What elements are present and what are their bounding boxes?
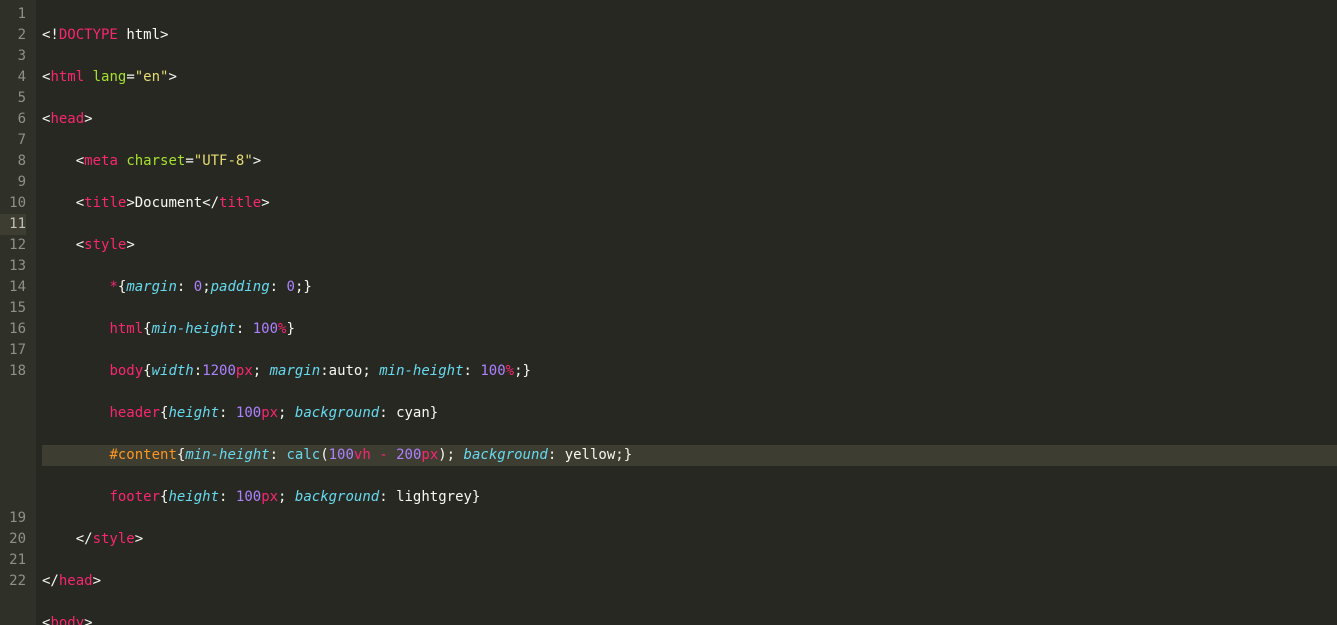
line-number: 7	[0, 130, 26, 151]
code-line[interactable]: </style>	[42, 529, 1337, 550]
code-line[interactable]: <style>	[42, 235, 1337, 256]
line-number: 21	[0, 550, 26, 571]
code-line-active[interactable]: #content{min-height: calc(100vh - 200px)…	[42, 445, 1337, 466]
code-line[interactable]: html{min-height: 100%}	[42, 319, 1337, 340]
line-number: 1	[0, 4, 26, 25]
code-line[interactable]: <body>	[42, 613, 1337, 625]
code-line[interactable]: <head>	[42, 109, 1337, 130]
code-line[interactable]: *{margin: 0;padding: 0;}	[42, 277, 1337, 298]
line-number: 15	[0, 298, 26, 319]
code-line[interactable]: <meta charset="UTF-8">	[42, 151, 1337, 172]
line-number: 19	[0, 508, 26, 529]
line-number: 5	[0, 88, 26, 109]
line-number: 17	[0, 340, 26, 361]
line-number: 2	[0, 25, 26, 46]
code-editor-area[interactable]: <!DOCTYPE html> <html lang="en"> <head> …	[36, 0, 1337, 625]
line-number: 4	[0, 67, 26, 88]
line-number-gutter: 1 2 3 4 5 6 7 8 9 10 11 12 13 14 15 16 1…	[0, 0, 36, 625]
line-number: 22	[0, 571, 26, 592]
line-number: 18	[0, 361, 26, 382]
line-number: 14	[0, 277, 26, 298]
line-number: 6	[0, 109, 26, 130]
line-number: 20	[0, 529, 26, 550]
line-number: 8	[0, 151, 26, 172]
line-number: 13	[0, 256, 26, 277]
code-line[interactable]: body{width:1200px; margin:auto; min-heig…	[42, 361, 1337, 382]
line-number: 16	[0, 319, 26, 340]
code-line[interactable]: footer{height: 100px; background: lightg…	[42, 487, 1337, 508]
line-number	[0, 382, 26, 508]
code-line[interactable]: <!DOCTYPE html>	[42, 25, 1337, 46]
line-number: 10	[0, 193, 26, 214]
code-line[interactable]: <html lang="en">	[42, 67, 1337, 88]
code-line[interactable]: <title>Document</title>	[42, 193, 1337, 214]
line-number: 9	[0, 172, 26, 193]
line-number: 3	[0, 46, 26, 67]
code-line[interactable]: </head>	[42, 571, 1337, 592]
line-number-active: 11	[0, 214, 26, 235]
line-number: 12	[0, 235, 26, 256]
code-line[interactable]: header{height: 100px; background: cyan}	[42, 403, 1337, 424]
